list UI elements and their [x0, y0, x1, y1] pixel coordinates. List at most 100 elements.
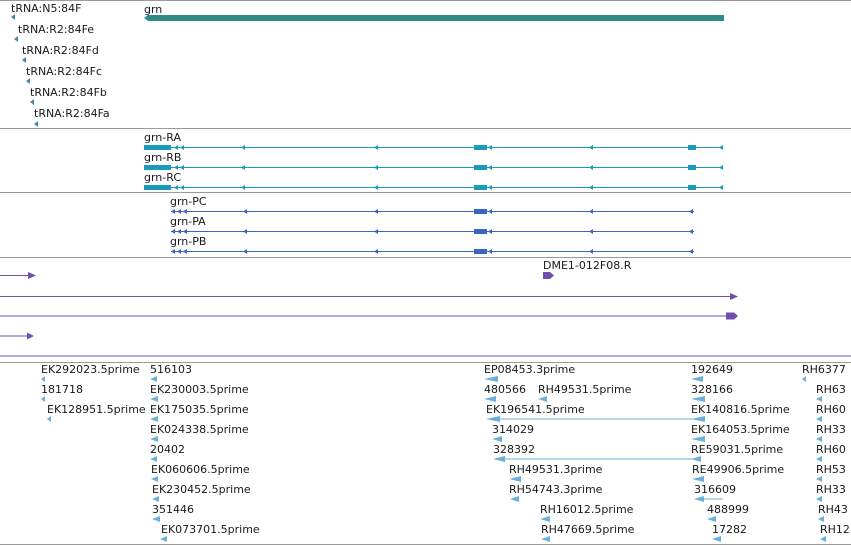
est-feature[interactable]: EK175035.5prime	[150, 403, 249, 422]
protein-label: grn-PB	[170, 235, 206, 248]
arrow-right-icon	[27, 332, 34, 340]
trna-feature[interactable]: tRNA:R2:84Fa	[34, 107, 110, 127]
est-label: RE59031.5prime	[691, 443, 783, 456]
est-label: RH49531.5prime	[538, 383, 632, 396]
misc-feature[interactable]	[0, 332, 34, 340]
protein-label: grn-PA	[170, 215, 206, 228]
est-label: RH33	[816, 423, 846, 436]
est-feature[interactable]: 516103	[150, 363, 192, 382]
est-feature[interactable]: EK024338.5prime	[150, 423, 249, 442]
est-feature[interactable]: EK128951.5prime	[47, 403, 146, 422]
est-feature[interactable]: 488999	[707, 503, 749, 522]
est-feature[interactable]: 351446	[152, 503, 194, 522]
est-feature[interactable]: RH54743.3prime	[509, 483, 603, 502]
trna-feature[interactable]: tRNA:R2:84Fc	[26, 65, 102, 84]
est-label: RH63	[816, 383, 846, 396]
est-arrow-icon	[816, 436, 822, 442]
est-label: 17282	[712, 523, 747, 536]
misc-feature[interactable]	[0, 293, 738, 300]
est-feature[interactable]: RH6377	[802, 363, 846, 382]
est-feature[interactable]: RE49906.5prime	[692, 463, 784, 482]
protein-label: grn-PC	[170, 195, 207, 208]
exon	[688, 165, 696, 170]
est-feature[interactable]: 480566	[484, 383, 526, 402]
est-label: 480566	[484, 383, 526, 396]
est-feature[interactable]: RH63	[816, 383, 846, 402]
est-feature[interactable]: RH60	[816, 403, 846, 422]
est-feature[interactable]: RH49531.5prime	[538, 383, 632, 402]
est-arrow-icon	[816, 476, 822, 482]
est-feature[interactable]: RH49531.3prime	[509, 463, 603, 482]
transcript-feature[interactable]: grn-RA	[144, 131, 723, 150]
est-feature[interactable]: RH33	[816, 423, 846, 442]
est-feature[interactable]: RH47669.5prime	[541, 523, 635, 542]
exon	[474, 145, 487, 150]
exon	[474, 209, 487, 214]
est-arrow-icon	[541, 536, 550, 542]
est-feature[interactable]: EK164053.5prime	[691, 423, 790, 442]
est-feature[interactable]: EK292023.5prime	[41, 363, 140, 382]
est-feature[interactable]: EK230452.5prime	[152, 483, 251, 502]
trna-feature[interactable]: tRNA:R2:84Fb	[30, 86, 107, 105]
gene-feature[interactable]: grn	[144, 3, 724, 21]
est-feature[interactable]: RE59031.5prime	[691, 443, 783, 462]
est-label: EK024338.5prime	[150, 423, 249, 436]
est-feature[interactable]: 20402	[150, 443, 185, 462]
misc-feature[interactable]	[0, 312, 738, 320]
trna-label: tRNA:R2:84Fc	[26, 65, 102, 78]
trna-arrow-icon	[34, 121, 38, 127]
misc-feature[interactable]	[0, 272, 36, 279]
est-feature[interactable]: EP08453.3prime	[484, 363, 575, 382]
est-arrow-icon	[484, 396, 496, 402]
transcript-label: grn-RA	[144, 131, 181, 144]
est-arrow-icon	[707, 516, 716, 522]
trna-label: tRNA:R2:84Fd	[22, 44, 99, 57]
exon	[688, 145, 696, 150]
est-feature[interactable]: 181718	[41, 383, 83, 402]
est-feature[interactable]: RH60	[816, 443, 846, 462]
est-feature[interactable]: RH12	[820, 523, 850, 542]
exon	[474, 165, 487, 170]
protein-feature[interactable]: grn-PA	[170, 215, 694, 234]
trna-feature[interactable]: tRNA:R2:84Fd	[22, 44, 99, 63]
est-feature[interactable]: 328166	[691, 383, 733, 402]
est-feature[interactable]: RH16012.5prime	[540, 503, 634, 522]
est-feature[interactable]: EK140816.5prime	[691, 403, 790, 422]
est-feature[interactable]: RH33	[816, 483, 846, 502]
est-label: RH47669.5prime	[541, 523, 635, 536]
est-label: EK175035.5prime	[150, 403, 249, 416]
protein-feature[interactable]: grn-PB	[170, 235, 694, 254]
trna-arrow-icon	[14, 36, 18, 42]
exon	[474, 249, 487, 254]
est-arrow-icon	[150, 436, 158, 442]
est-feature[interactable]: 192649	[691, 363, 733, 382]
trna-feature[interactable]: tRNA:R2:84Fe	[14, 23, 94, 42]
est-label: EK196541.5prime	[486, 403, 585, 416]
trna-feature[interactable]: tRNA:N5:84F	[11, 2, 81, 20]
est-arrow-icon	[820, 536, 826, 542]
trna-label: tRNA:N5:84F	[11, 2, 81, 15]
est-label: 316609	[694, 483, 736, 496]
est-feature[interactable]: EK073701.5prime	[160, 523, 260, 542]
misc-feature[interactable]: DME1-012F08.R	[543, 259, 632, 279]
est-label: EK230003.5prime	[150, 383, 249, 396]
est-arrow-icon	[41, 396, 45, 402]
protein-feature[interactable]: grn-PC	[170, 195, 694, 214]
est-feature[interactable]: RH53	[816, 463, 846, 482]
est-arrow-icon	[150, 396, 158, 402]
transcript-feature[interactable]: grn-RB	[144, 151, 723, 170]
est-feature[interactable]: 17282	[712, 523, 747, 542]
est-arrow-icon	[151, 476, 158, 482]
est-feature[interactable]: EK060606.5prime	[151, 463, 250, 482]
transcript-label: grn-RC	[144, 171, 181, 184]
est-label: RH54743.3prime	[509, 483, 603, 496]
est-feature[interactable]: EK230003.5prime	[150, 383, 249, 402]
est-arrow-icon	[540, 516, 550, 522]
est-arrow-icon	[160, 536, 167, 542]
est-feature[interactable]: RH43	[818, 503, 848, 522]
est-label: 181718	[41, 383, 83, 396]
trna-label: tRNA:R2:84Fb	[30, 86, 107, 99]
transcript-feature[interactable]: grn-RC	[144, 171, 723, 190]
est-label: EK230452.5prime	[152, 483, 251, 496]
est-feature[interactable]: 314029	[492, 423, 534, 442]
